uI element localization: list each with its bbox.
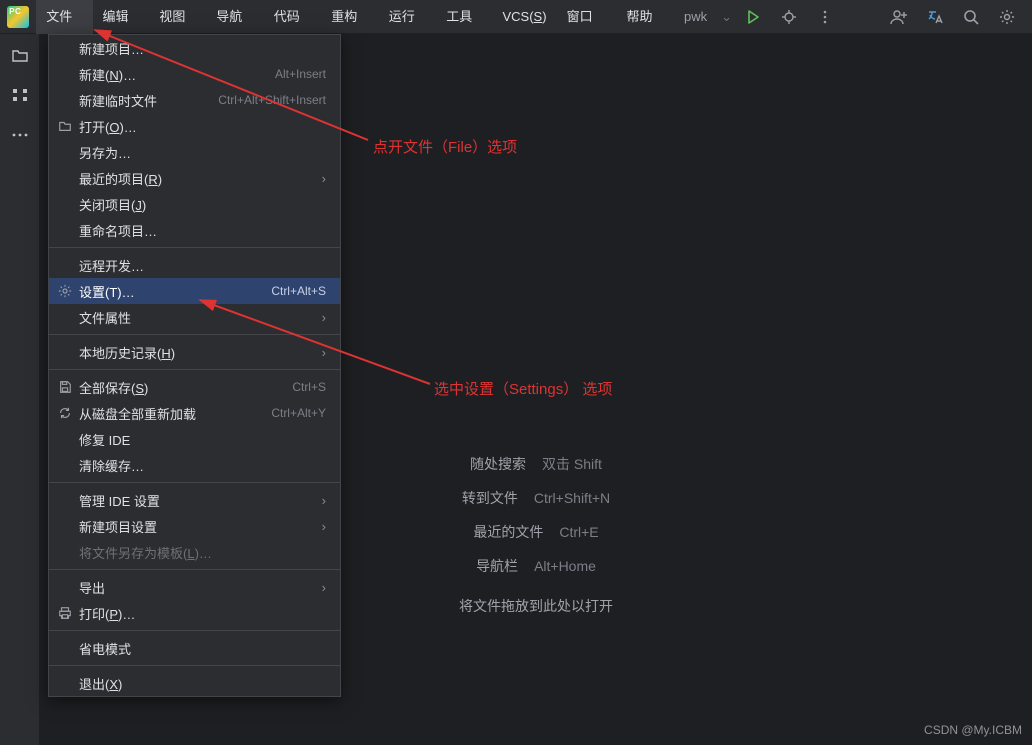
menu-item-label: 导出	[79, 578, 105, 597]
menu-item-label: 设置(T)…	[79, 282, 135, 301]
file-menu-item-16[interactable]: 从磁盘全部重新加载 Ctrl+Alt+Y	[49, 400, 340, 426]
menu-f[interactable]: 文件(F)	[36, 0, 92, 34]
menu-shortcut: Ctrl+Alt+S	[271, 284, 326, 298]
file-menu-item-21[interactable]: 新建项目设置 ›	[49, 513, 340, 539]
file-menu-item-22: 将文件另存为模板(L)…	[49, 539, 340, 565]
file-menu-item-25[interactable]: 打印(P)…	[49, 600, 340, 626]
menu-item-label: 重命名项目…	[79, 221, 157, 240]
file-menu-item-4[interactable]: 另存为…	[49, 139, 340, 165]
menu-item-label: 打开(O)…	[79, 117, 137, 136]
menu-shortcut: Ctrl+Alt+Shift+Insert	[218, 93, 326, 107]
file-menu-item-20[interactable]: 管理 IDE 设置 ›	[49, 487, 340, 513]
more-icon[interactable]	[814, 6, 836, 28]
menu-item-label: 关闭项目(J)	[79, 195, 146, 214]
debug-icon[interactable]	[778, 6, 800, 28]
menu-item-label: 本地历史记录(H)	[79, 343, 175, 362]
gear-icon	[57, 283, 73, 299]
menu-u[interactable]: 运行(U)	[379, 0, 436, 34]
more-tool-icon[interactable]	[9, 124, 31, 146]
menu-t[interactable]: 工具(T)	[436, 0, 492, 34]
file-menu-item-17[interactable]: 修复 IDE	[49, 426, 340, 452]
file-menu-item-9[interactable]: 远程开发…	[49, 252, 340, 278]
file-menu-item-1[interactable]: 新建(N)… Alt+Insert	[49, 61, 340, 87]
chevron-right-icon: ›	[322, 493, 326, 508]
structure-tool-icon[interactable]	[9, 84, 31, 106]
add-user-icon[interactable]	[888, 6, 910, 28]
menu-shortcut: Alt+Insert	[275, 67, 326, 81]
menu-v[interactable]: 视图(V)	[149, 0, 206, 34]
menu-item-label: 省电模式	[79, 639, 131, 658]
reload-icon	[57, 405, 73, 421]
translate-icon[interactable]	[924, 6, 946, 28]
app-logo	[0, 0, 36, 34]
print-icon	[57, 605, 73, 621]
chevron-right-icon: ›	[322, 310, 326, 325]
chevron-right-icon: ›	[322, 580, 326, 595]
folder-icon	[57, 118, 73, 134]
file-menu-item-11[interactable]: 文件属性 ›	[49, 304, 340, 330]
menu-shortcut: Ctrl+Alt+Y	[271, 406, 326, 420]
file-menu-item-24[interactable]: 导出 ›	[49, 574, 340, 600]
file-menu-item-7[interactable]: 重命名项目…	[49, 217, 340, 243]
menu-item-label: 退出(X)	[79, 674, 122, 693]
menu-item-label: 另存为…	[79, 143, 131, 162]
project-tool-icon[interactable]	[9, 44, 31, 66]
menu-item-label: 全部保存(S)	[79, 378, 148, 397]
menu-item-label: 新建项目设置	[79, 517, 157, 536]
file-menu-item-3[interactable]: 打开(O)…	[49, 113, 340, 139]
search-icon[interactable]	[960, 6, 982, 28]
project-name: pwk	[674, 9, 717, 24]
chevron-right-icon: ›	[322, 345, 326, 360]
menu-shortcut: Ctrl+S	[292, 380, 326, 394]
menu-item-label: 新建(N)…	[79, 65, 136, 84]
menu-r[interactable]: 重构(R)	[321, 0, 378, 34]
menu-item-label: 从磁盘全部重新加载	[79, 404, 196, 423]
file-menu-item-10[interactable]: 设置(T)… Ctrl+Alt+S	[49, 278, 340, 304]
file-menu-item-29[interactable]: 退出(X)	[49, 670, 340, 696]
menu-item-label: 最近的项目(R)	[79, 169, 162, 188]
project-chevron-icon[interactable]: ⌄	[717, 9, 732, 25]
menu-item-label: 管理 IDE 设置	[79, 491, 160, 510]
menu-n[interactable]: 导航(N)	[206, 0, 263, 34]
file-menu-item-6[interactable]: 关闭项目(J)	[49, 191, 340, 217]
file-menu-item-27[interactable]: 省电模式	[49, 635, 340, 661]
file-menu-item-15[interactable]: 全部保存(S) Ctrl+S	[49, 374, 340, 400]
menu-e[interactable]: 编辑(E)	[93, 0, 150, 34]
settings-gear-icon[interactable]	[996, 6, 1018, 28]
file-menu-item-2[interactable]: 新建临时文件 Ctrl+Alt+Shift+Insert	[49, 87, 340, 113]
save-icon	[57, 379, 73, 395]
file-menu-item-18[interactable]: 清除缓存…	[49, 452, 340, 478]
file-menu-item-0[interactable]: 新建项目…	[49, 35, 340, 61]
menu-item-label: 打印(P)…	[79, 604, 135, 623]
chevron-right-icon: ›	[322, 519, 326, 534]
menu-item-label: 新建临时文件	[79, 91, 157, 110]
file-menu-item-13[interactable]: 本地历史记录(H) ›	[49, 339, 340, 365]
menu-item-label: 修复 IDE	[79, 430, 130, 449]
menu-item-label: 文件属性	[79, 308, 131, 327]
menu-h[interactable]: 帮助(H)	[617, 0, 674, 34]
menu-item-label: 将文件另存为模板(L)…	[79, 543, 212, 562]
watermark: CSDN @My.ICBM	[924, 723, 1022, 737]
file-menu-item-5[interactable]: 最近的项目(R) ›	[49, 165, 340, 191]
menu-s[interactable]: VCS(S)	[492, 0, 556, 34]
menu-item-label: 远程开发…	[79, 256, 144, 275]
menu-w[interactable]: 窗口(W)	[557, 0, 617, 34]
run-icon[interactable]	[742, 6, 764, 28]
menu-item-label: 清除缓存…	[79, 456, 144, 475]
chevron-right-icon: ›	[322, 171, 326, 186]
menu-item-label: 新建项目…	[79, 39, 144, 58]
menu-c[interactable]: 代码(C)	[264, 0, 321, 34]
file-menu-dropdown[interactable]: 新建项目… 新建(N)… Alt+Insert 新建临时文件 Ctrl+Alt+Shif…	[48, 34, 341, 697]
